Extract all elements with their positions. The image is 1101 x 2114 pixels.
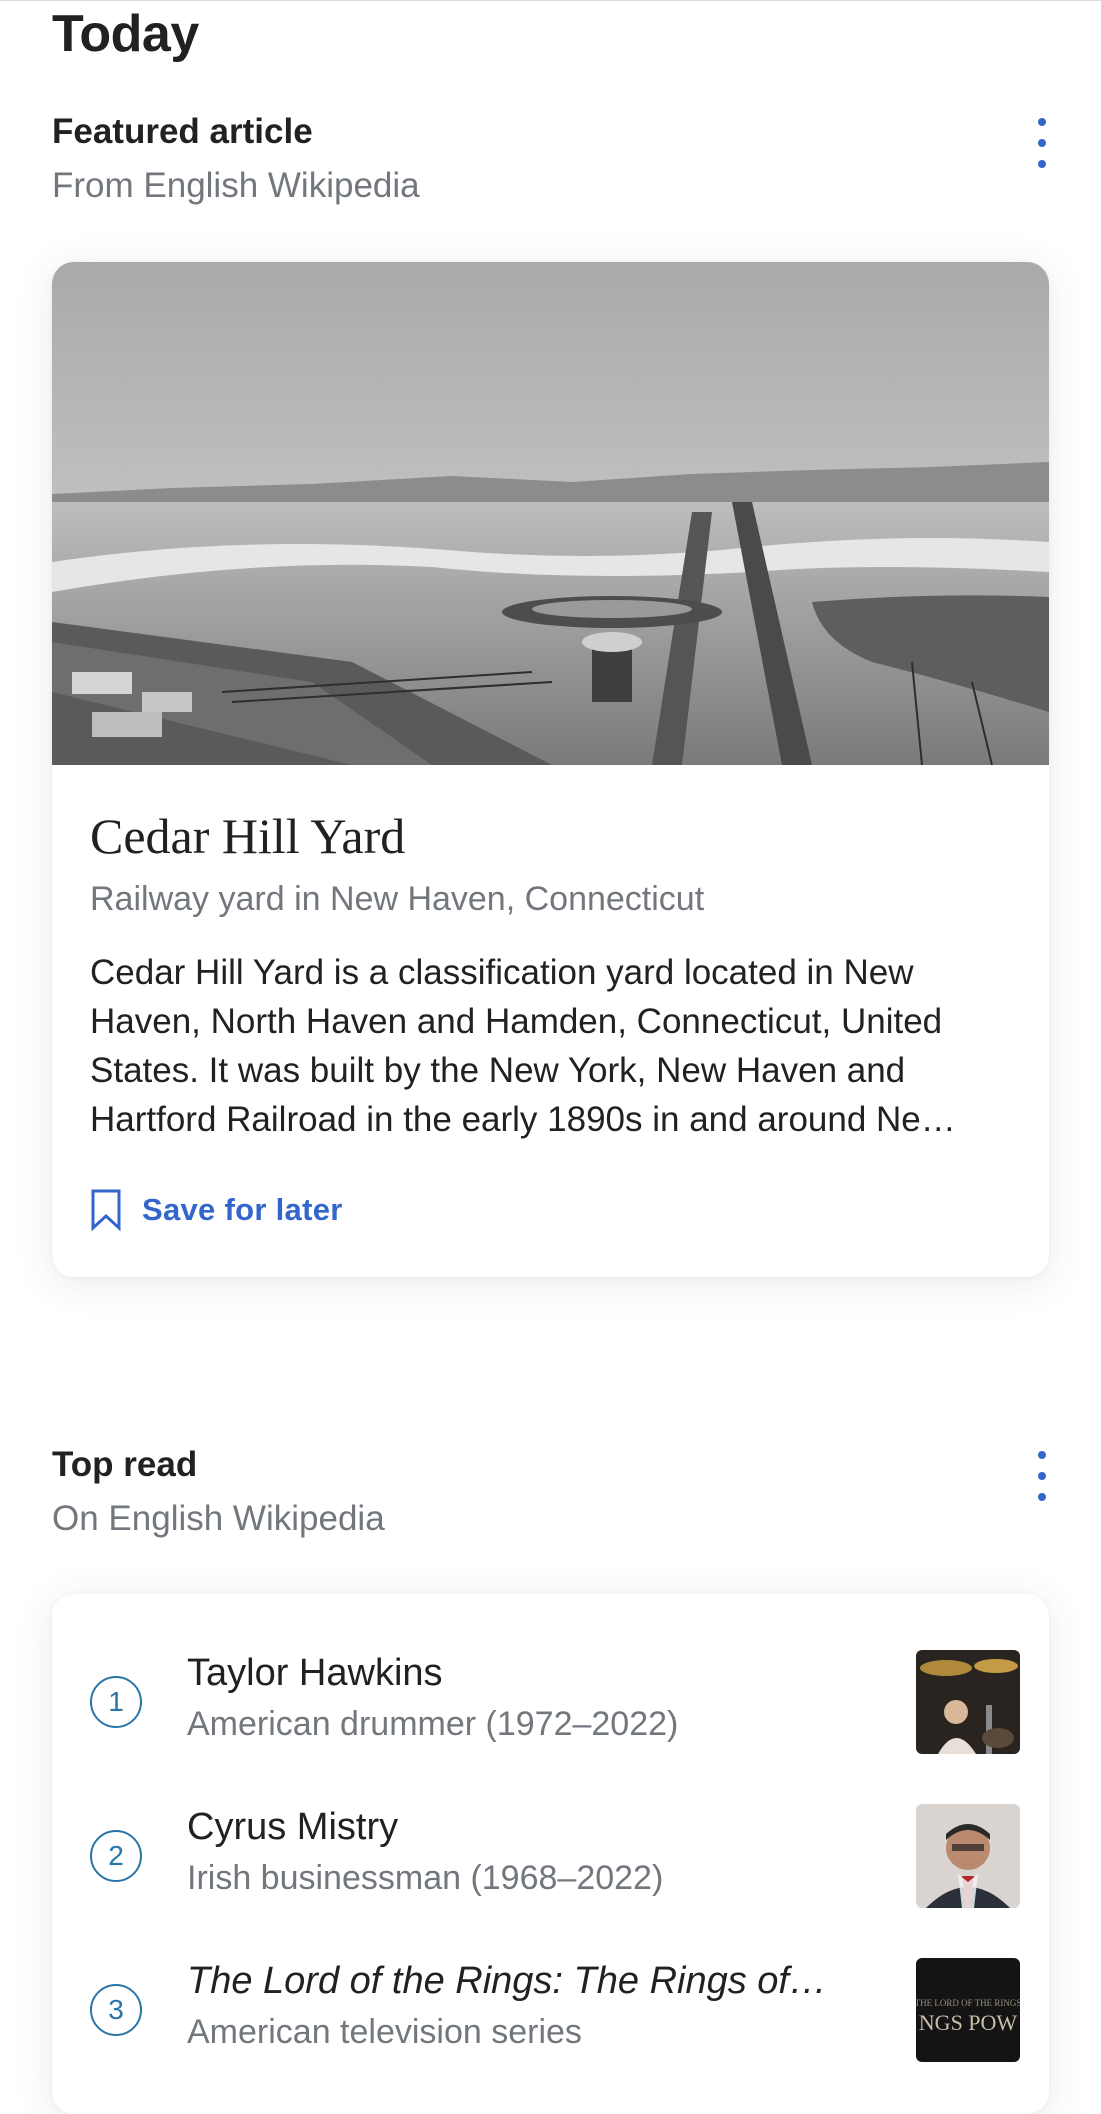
save-for-later-label: Save for later bbox=[142, 1192, 343, 1227]
featured-section-subtitle: From English Wikipedia bbox=[52, 166, 420, 205]
top-divider bbox=[0, 0, 1101, 1]
top-read-item-description: American television series bbox=[187, 2013, 582, 2051]
top-read-item[interactable]: 2 Cyrus Mistry Irish businessman (1968–2… bbox=[90, 1804, 1020, 1914]
top-read-card: 1 Taylor Hawkins American drummer (1972–… bbox=[52, 1594, 1049, 2114]
rank-badge: 3 bbox=[90, 1984, 142, 2036]
featured-more-options-icon[interactable] bbox=[1032, 118, 1052, 168]
featured-section-title: Featured article bbox=[52, 112, 313, 151]
top-read-item-thumbnail bbox=[916, 1650, 1020, 1754]
top-read-item-description: American drummer (1972–2022) bbox=[187, 1705, 679, 1743]
top-read-item-thumbnail bbox=[916, 1804, 1020, 1908]
top-read-item-thumbnail: THE LORD OF THE RINGS NGS POW bbox=[916, 1958, 1020, 2062]
article-extract: Cedar Hill Yard is a classification yard… bbox=[90, 953, 956, 1139]
top-read-header: Top read On English Wikipedia bbox=[52, 1443, 1052, 1541]
top-read-item-title: Cyrus Mistry bbox=[187, 1806, 399, 1848]
featured-article-card[interactable]: Cedar Hill Yard Railway yard in New Have… bbox=[52, 262, 1049, 1277]
rank-badge: 2 bbox=[90, 1830, 142, 1882]
top-read-item[interactable]: 1 Taylor Hawkins American drummer (1972–… bbox=[90, 1650, 1020, 1760]
top-read-more-options-icon[interactable] bbox=[1032, 1451, 1052, 1501]
svg-text:NGS POW: NGS POW bbox=[919, 2010, 1018, 2035]
article-title[interactable]: Cedar Hill Yard bbox=[90, 807, 405, 865]
save-for-later-button[interactable]: Save for later bbox=[90, 1188, 343, 1232]
rank-badge: 1 bbox=[90, 1676, 142, 1728]
top-read-item[interactable]: 3 The Lord of the Rings: The Rings of… A… bbox=[90, 1958, 1020, 2068]
article-hero-image bbox=[52, 262, 1049, 765]
top-read-item-description: Irish businessman (1968–2022) bbox=[187, 1859, 664, 1897]
svg-text:THE LORD OF THE RINGS: THE LORD OF THE RINGS bbox=[916, 1998, 1020, 2008]
page-title: Today bbox=[52, 5, 199, 63]
top-read-section-subtitle: On English Wikipedia bbox=[52, 1499, 385, 1538]
top-read-item-title: The Lord of the Rings: The Rings of… bbox=[187, 1960, 827, 2002]
bookmark-icon bbox=[91, 1189, 121, 1232]
featured-article-header: Featured article From English Wikipedia bbox=[52, 110, 1052, 208]
article-description: Railway yard in New Haven, Connecticut bbox=[90, 880, 705, 918]
top-read-section-title: Top read bbox=[52, 1445, 198, 1484]
top-read-item-title: Taylor Hawkins bbox=[187, 1652, 443, 1694]
